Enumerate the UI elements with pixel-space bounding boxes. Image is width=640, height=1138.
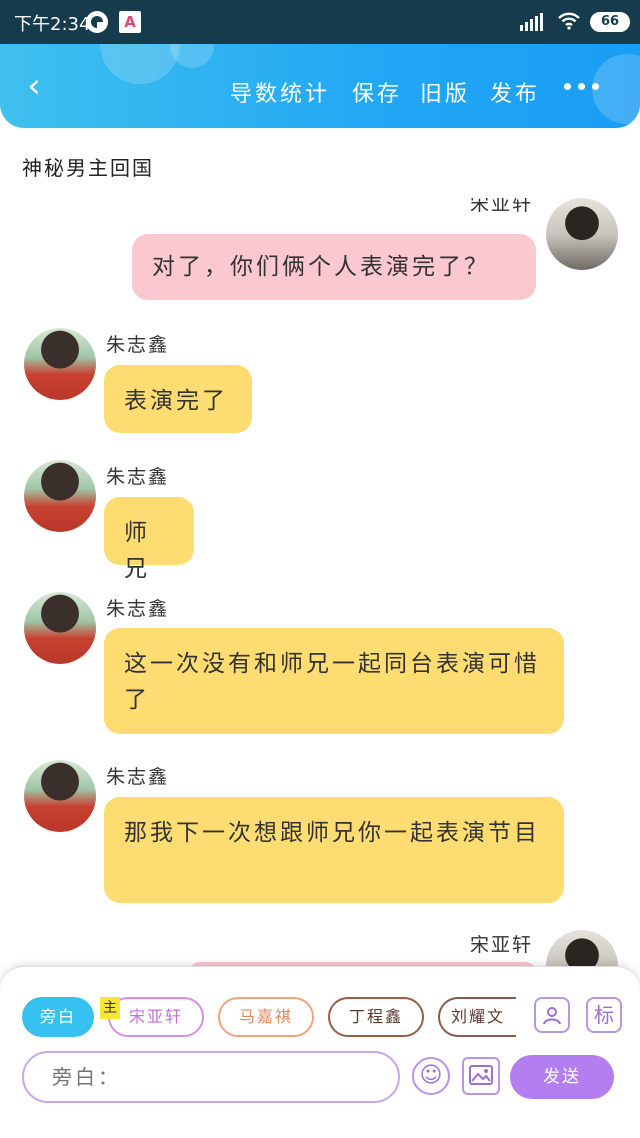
speaker-name: 朱志鑫 xyxy=(106,334,170,356)
more-icon[interactable] xyxy=(560,74,604,98)
avatar[interactable] xyxy=(24,328,96,400)
decoration-bubble xyxy=(100,44,180,84)
browser-icon xyxy=(86,11,108,33)
avatar[interactable] xyxy=(24,592,96,664)
speaker-name: 朱志鑫 xyxy=(106,766,170,788)
chat-bubble: 那我下一次想跟师兄你一起表演节目 xyxy=(104,797,564,903)
chat-bubble: 表演完了 xyxy=(104,365,252,433)
decoration-bubble xyxy=(170,44,214,68)
chat-bubble: 对了，你们俩个人表演完了？ xyxy=(132,234,536,300)
role-chip-narrator[interactable]: 旁白 xyxy=(22,997,94,1037)
save-button[interactable]: 保存 xyxy=(352,76,402,108)
speaker-name: 朱志鑫 xyxy=(106,466,170,488)
picture-glyph xyxy=(469,1065,493,1085)
battery-indicator: 66 xyxy=(590,12,630,32)
story-title: 神秘男主回国 xyxy=(22,156,154,180)
role-chip-liuyaowen[interactable]: 刘耀文 xyxy=(438,997,516,1037)
app-notification-icon: A xyxy=(119,11,141,33)
send-button[interactable]: 发送 xyxy=(510,1055,614,1099)
old-version-button[interactable]: 旧版 xyxy=(420,76,470,108)
status-bar: 下午2:34 A 66 xyxy=(0,0,640,44)
speaker-name: 宋亚轩 xyxy=(470,934,534,956)
chat-bubble: 这一次没有和师兄一起同台表演可惜了 xyxy=(104,628,564,734)
app-header: ‹ 导数统计 保存 旧版 发布 xyxy=(0,44,640,128)
wifi-icon xyxy=(556,11,582,33)
speaker-name: 朱志鑫 xyxy=(106,598,170,620)
add-role-icon[interactable] xyxy=(534,997,570,1033)
avatar[interactable] xyxy=(546,198,618,270)
main-role-badge: 主 xyxy=(100,997,120,1019)
emoji-icon[interactable]: ☺ xyxy=(412,1057,450,1095)
signal-icon xyxy=(520,13,546,31)
role-chip-majiaqi[interactable]: 马嘉祺 xyxy=(218,997,314,1037)
role-chip-songyaxuan[interactable]: 宋亚轩 xyxy=(108,997,204,1037)
back-icon[interactable]: ‹ xyxy=(16,68,52,104)
wifi-glyph xyxy=(558,12,580,30)
mark-button[interactable]: 标 xyxy=(586,997,622,1033)
avatar[interactable] xyxy=(24,460,96,532)
chat-bubble: 师兄 xyxy=(104,497,194,582)
stats-button[interactable]: 导数统计 xyxy=(230,76,330,108)
dialogue-input[interactable] xyxy=(22,1051,400,1103)
composer-panel: 旁白 宋亚轩 主 马嘉祺 丁程鑫 刘耀文 标 ☺ 发送 xyxy=(0,966,640,1138)
publish-button[interactable]: 发布 xyxy=(490,76,540,108)
person-icon xyxy=(543,1007,561,1025)
image-icon[interactable] xyxy=(462,1057,500,1095)
speaker-name: 宋亚轩 xyxy=(470,198,534,215)
role-chip-dingchengxin[interactable]: 丁程鑫 xyxy=(328,997,424,1037)
status-time: 下午2:34 xyxy=(14,14,91,35)
avatar[interactable] xyxy=(24,760,96,832)
